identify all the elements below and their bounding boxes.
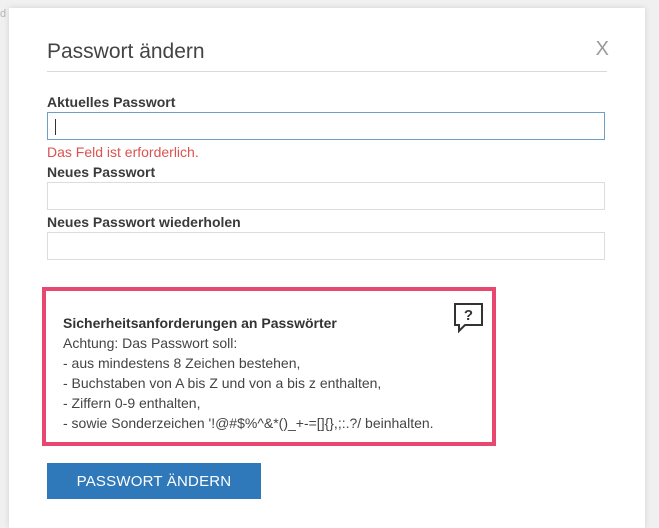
requirements-line: - sowie Sonderzeichen '!@#$%^&*()_+-=[]{… <box>63 415 434 431</box>
repeat-password-input[interactable] <box>47 232 605 260</box>
background-text-fragment: d <box>0 8 7 20</box>
current-password-error: Das Feld ist erforderlich. <box>47 144 199 160</box>
close-button[interactable]: X <box>596 38 609 60</box>
help-question-mark: ? <box>464 307 473 324</box>
help-speech-bubble-icon[interactable]: ? <box>453 302 485 334</box>
requirements-line: - Ziffern 0-9 enthalten, <box>63 395 201 411</box>
new-password-label: Neues Passwort <box>47 164 156 180</box>
current-password-label: Aktuelles Passwort <box>47 94 176 110</box>
new-password-input[interactable] <box>47 182 605 210</box>
change-password-button[interactable]: PASSWORT ÄNDERN <box>47 463 261 499</box>
requirements-line: - Buchstaben von A bis Z und von a bis z… <box>63 375 382 391</box>
change-password-dialog: Passwort ändern X Aktuelles Passwort Das… <box>9 8 645 528</box>
requirements-line: - aus mindestens 8 Zeichen bestehen, <box>63 355 301 371</box>
dialog-header: Passwort ändern X <box>47 36 609 72</box>
requirements-line: Achtung: Das Passwort soll: <box>63 335 238 351</box>
dialog-title: Passwort ändern <box>47 40 205 63</box>
requirements-title: Sicherheitsanforderungen an Passwörter <box>63 315 337 331</box>
password-requirements-box: Sicherheitsanforderungen an Passwörter A… <box>42 287 496 446</box>
text-cursor <box>55 119 56 135</box>
current-password-input[interactable] <box>47 112 605 140</box>
repeat-password-label: Neues Passwort wiederholen <box>47 214 241 230</box>
